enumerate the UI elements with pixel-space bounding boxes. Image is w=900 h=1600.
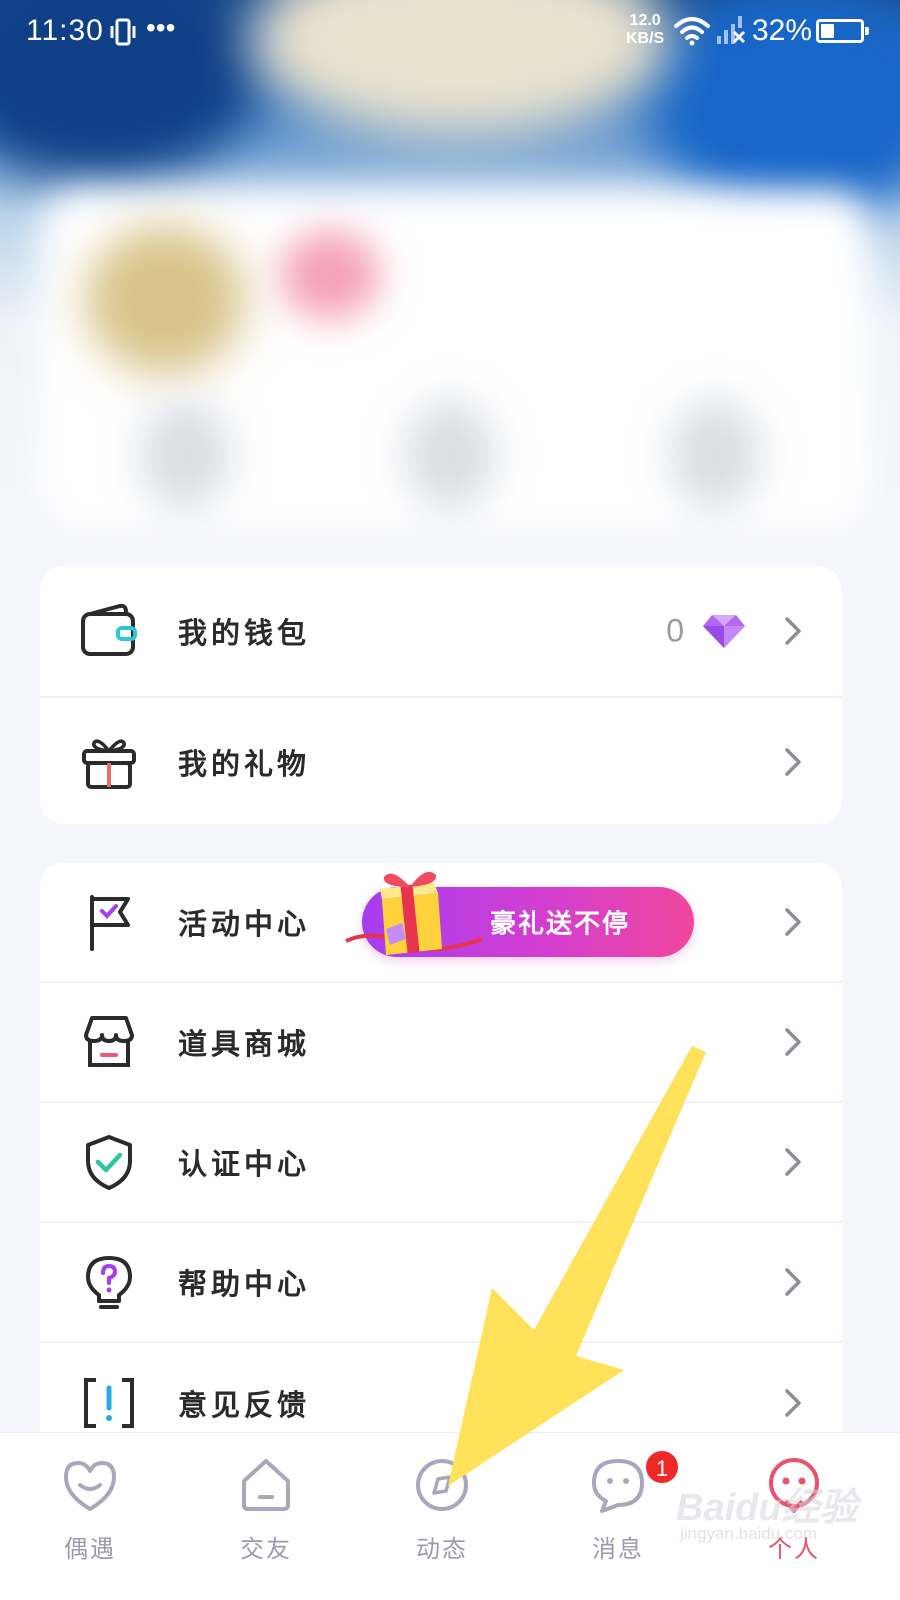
promo-banner[interactable]: 豪礼送不停 xyxy=(345,871,694,957)
menu-item-wallet[interactable]: 我的钱包 0 xyxy=(40,566,842,698)
menu-item-label: 认证中心 xyxy=(178,1147,311,1181)
chevron-right-icon xyxy=(785,1028,801,1056)
nav-label: 交友 xyxy=(240,1535,292,1563)
promo-text: 豪礼送不停 xyxy=(490,909,631,940)
chevron-right-icon xyxy=(785,1268,801,1296)
nav-label: 偶遇 xyxy=(64,1535,116,1563)
menu-item-label: 活动中心 xyxy=(178,907,311,941)
nav-item-encounter[interactable]: 偶遇 xyxy=(0,1433,180,1600)
wifi-icon xyxy=(674,17,710,46)
gift-box-icon xyxy=(345,871,483,955)
flag-icon xyxy=(90,895,130,951)
chevron-right-icon xyxy=(785,1389,801,1417)
nav-item-friends[interactable]: 交友 xyxy=(176,1433,356,1600)
chevron-right-icon xyxy=(785,908,801,936)
menu-item-label: 意见反馈 xyxy=(178,1388,311,1422)
home-icon xyxy=(242,1459,290,1511)
battery-percent: 32% xyxy=(752,14,813,47)
help-bulb-icon xyxy=(86,1256,132,1309)
status-time: 11:30 xyxy=(26,14,104,47)
menu-item-gifts[interactable]: 我的礼物 xyxy=(40,698,842,826)
wallet-gift-card: 我的钱包 0 我的礼物 xyxy=(40,566,842,824)
signal-icon xyxy=(717,16,746,44)
annotation-arrow xyxy=(448,1046,706,1486)
avatar[interactable] xyxy=(85,225,245,375)
menu-item-activity-center[interactable]: 活动中心 豪礼送不停 xyxy=(40,863,842,983)
chevron-right-icon xyxy=(785,617,801,645)
watermark: Baidu经验 jingyan.baidu.com xyxy=(676,1487,858,1543)
gift-icon xyxy=(82,739,136,789)
profile-header-blurred xyxy=(0,0,900,560)
shield-check-icon xyxy=(86,1135,132,1190)
menu-item-label: 我的钱包 xyxy=(178,616,311,650)
status-more-dots: ••• xyxy=(146,12,176,43)
vibrate-icon xyxy=(110,18,136,46)
wallet-balance: 0 xyxy=(666,612,684,649)
menu-item-label: 帮助中心 xyxy=(178,1267,311,1301)
status-bar: 11:30 ••• 12.0 KB/S 32% xyxy=(0,0,900,64)
battery-icon xyxy=(816,19,869,43)
menu-item-label: 我的礼物 xyxy=(178,747,311,781)
wallet-icon xyxy=(81,603,137,656)
diamond-icon xyxy=(703,615,745,648)
feedback-icon xyxy=(84,1378,134,1428)
network-speed: 12.0 KB/S xyxy=(626,12,665,47)
chevron-right-icon xyxy=(785,748,801,776)
nav-label: 动态 xyxy=(416,1535,468,1563)
chevron-right-icon xyxy=(785,1148,801,1176)
heart-smile-icon xyxy=(64,1461,116,1511)
store-icon xyxy=(84,1016,134,1067)
menu-item-label: 道具商城 xyxy=(178,1027,311,1061)
